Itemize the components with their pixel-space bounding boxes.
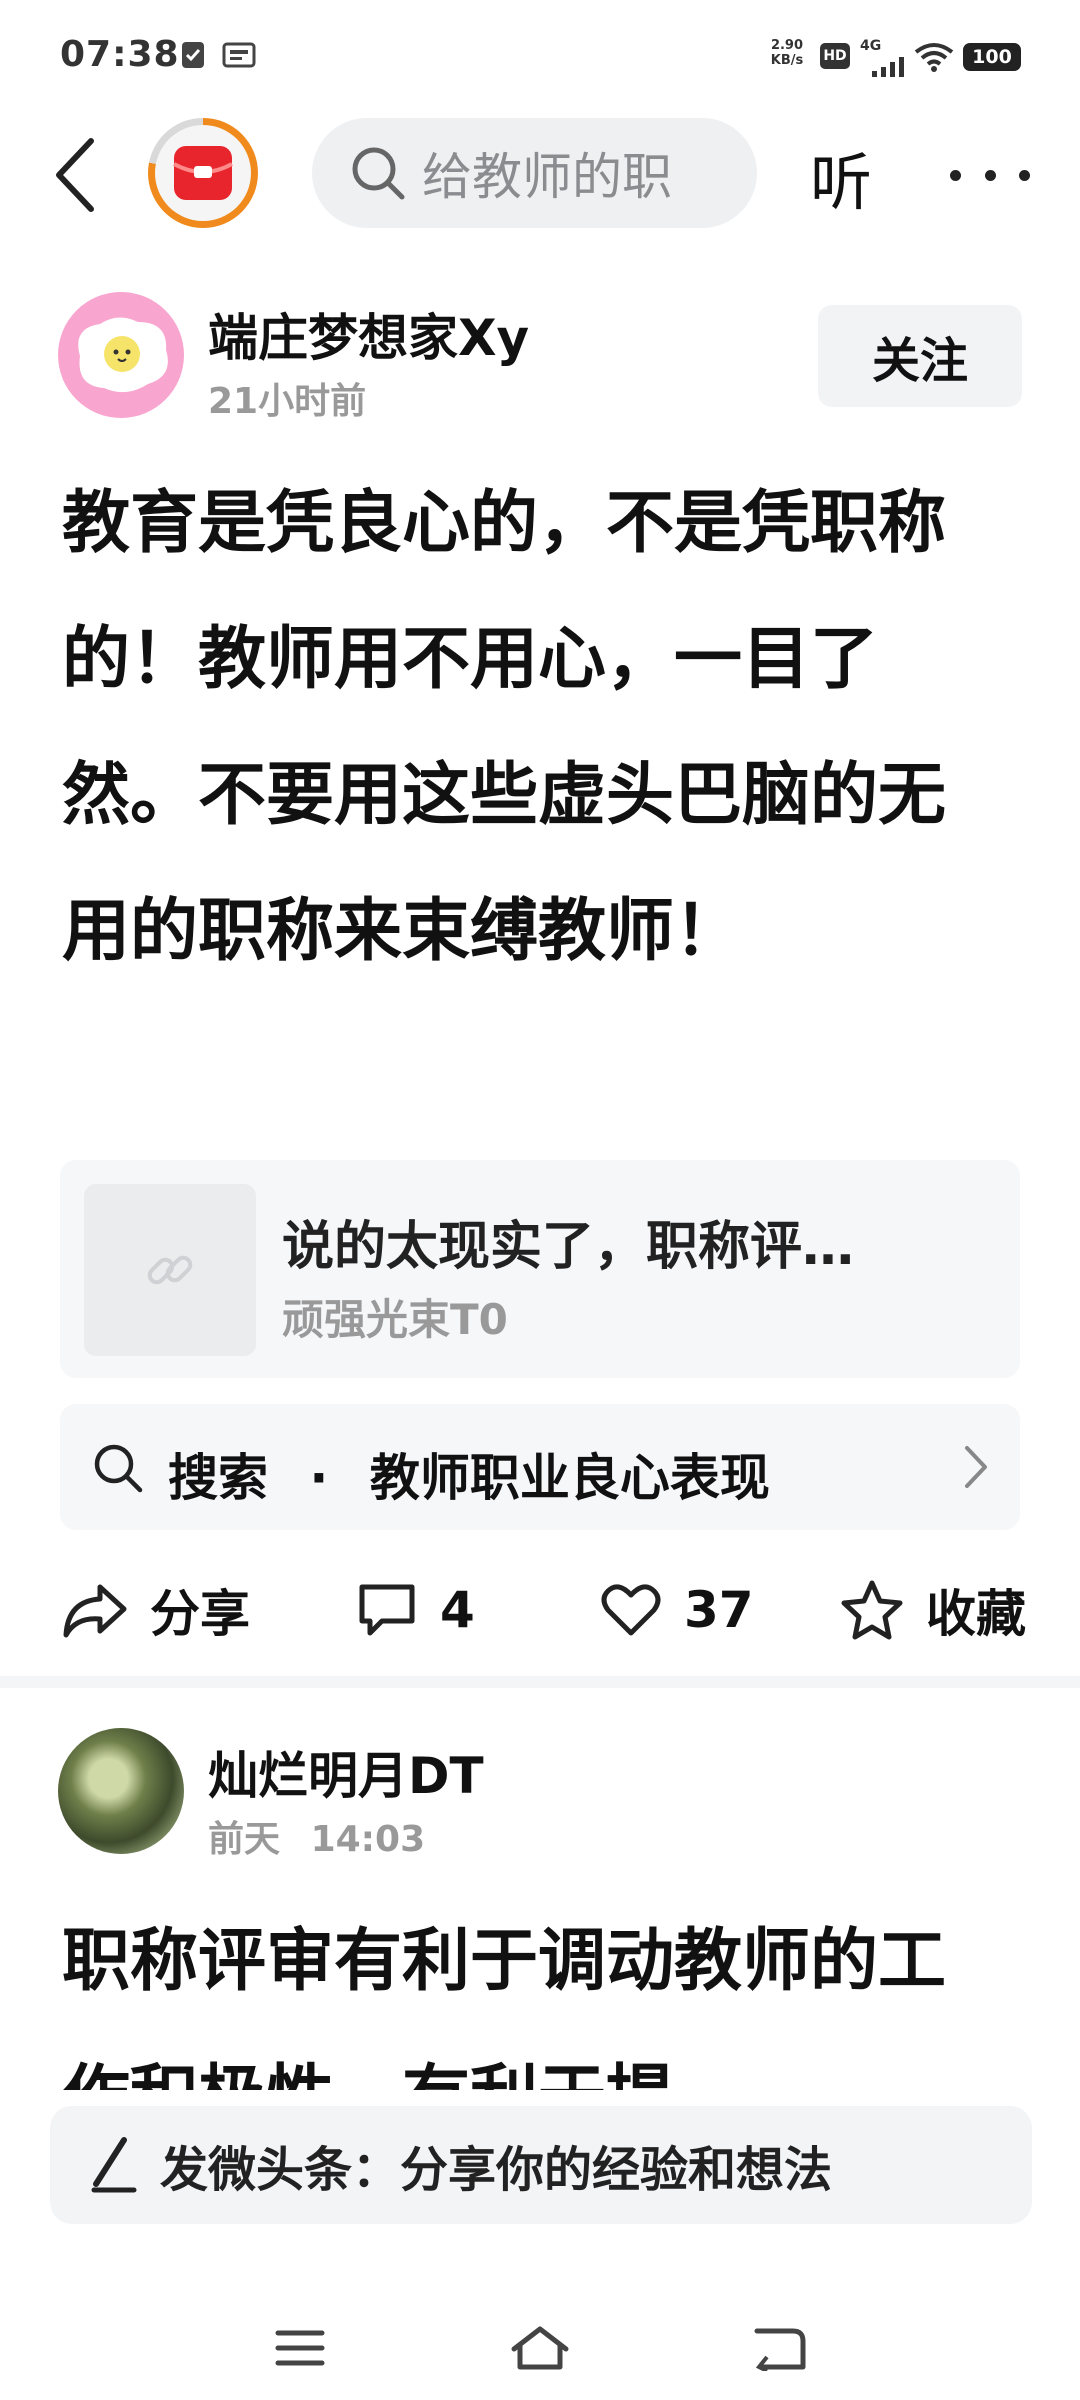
chevron-left-icon <box>56 138 94 212</box>
search-placeholder: 给教师的职 <box>422 148 672 206</box>
battery-indicator: 100 <box>963 43 1021 71</box>
back-button[interactable] <box>40 130 110 220</box>
star-icon <box>841 1580 903 1640</box>
pen-icon <box>91 2137 137 2193</box>
author-avatar[interactable] <box>58 292 184 418</box>
follow-button[interactable]: 关注 <box>818 305 1022 407</box>
chevron-right-icon <box>965 1446 987 1488</box>
search-icon <box>94 1444 143 1493</box>
comment-icon <box>359 1584 415 1636</box>
post-time: 前天 14:03 <box>208 1819 426 1860</box>
post-actions: 分享 4 37 收藏 <box>0 1560 1080 1660</box>
net-speed: 2.90 KB/s <box>770 38 804 68</box>
home-button[interactable] <box>500 2318 580 2378</box>
favorite-button[interactable]: 收藏 <box>840 1560 1026 1660</box>
composer-placeholder: 发微头条：分享你的经验和想法 <box>160 2142 833 2198</box>
like-button[interactable]: 37 <box>600 1560 754 1660</box>
link-icon <box>147 1255 193 1285</box>
heart-icon <box>601 1584 661 1636</box>
news-app-icon <box>222 42 256 68</box>
comment-button[interactable]: 4 <box>356 1560 475 1660</box>
home-icon <box>511 2326 569 2370</box>
back-arrow-icon <box>754 2328 806 2371</box>
listen-button[interactable]: 听 <box>810 132 872 222</box>
status-time: 07:38 <box>60 34 180 75</box>
red-packet-icon <box>173 146 233 200</box>
search-bar[interactable]: 给教师的职 <box>312 118 757 228</box>
post-body[interactable]: 教育是凭良心的，不是凭职称的！教师用不用心，一目了然。不要用这些虚头巴脑的无用的… <box>62 456 1012 1000</box>
like-count: 37 <box>684 1581 754 1639</box>
related-search[interactable]: 搜索 · 教师职业良心表现 <box>60 1404 1020 1530</box>
link-thumbnail <box>84 1184 256 1356</box>
link-title: 说的太现实了，职称评… <box>282 1217 855 1277</box>
recent-apps-button[interactable] <box>260 2318 340 2378</box>
more-options-button[interactable] <box>950 150 1030 200</box>
system-nav-bar <box>0 2300 1080 2400</box>
back-nav-button[interactable] <box>740 2318 820 2378</box>
post-body[interactable]: 职称评审有利于调动教师的工作积极性，有利于提 <box>62 1894 1012 2090</box>
top-nav: 给教师的职 听 <box>0 110 1080 240</box>
search-icon <box>352 147 405 200</box>
link-author: 顽强光束T0 <box>282 1295 508 1344</box>
share-icon <box>63 1584 127 1638</box>
post-composer[interactable]: 发微头条：分享你的经验和想法 <box>50 2106 1032 2224</box>
link-card[interactable]: 说的太现实了，职称评… 顽强光束T0 <box>60 1160 1020 1378</box>
red-packet-avatar[interactable] <box>148 118 258 228</box>
favorite-label: 收藏 <box>926 1585 1026 1643</box>
share-button[interactable]: 分享 <box>62 1560 250 1660</box>
separator-dot: · <box>309 1449 329 1507</box>
author-name[interactable]: 端庄梦想家Xy <box>208 298 529 370</box>
share-label: 分享 <box>150 1585 250 1643</box>
post-divider <box>0 1676 1080 1688</box>
author-avatar[interactable] <box>58 1728 184 1854</box>
search-label: 搜索 <box>168 1449 268 1507</box>
signal-icon <box>872 57 904 77</box>
comment-count: 4 <box>440 1581 475 1639</box>
egg-avatar-icon <box>78 317 168 393</box>
menu-icon <box>275 2330 325 2366</box>
hd-badge: HD <box>820 43 850 69</box>
search-query: 教师职业良心表现 <box>369 1449 770 1507</box>
author-name[interactable]: 灿烂明月DT <box>208 1736 484 1808</box>
check-shield-icon <box>182 42 204 68</box>
post-time: 21小时前 <box>208 381 367 422</box>
status-bar: 07:38 2.90 KB/s HD 4G 100 <box>0 0 1080 110</box>
wifi-icon <box>914 43 954 72</box>
